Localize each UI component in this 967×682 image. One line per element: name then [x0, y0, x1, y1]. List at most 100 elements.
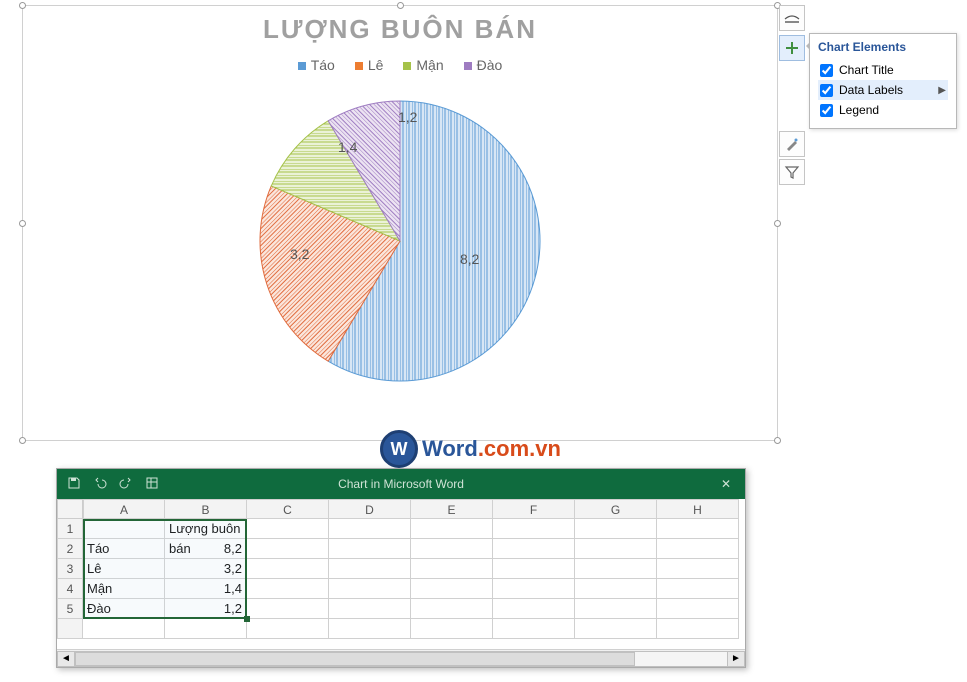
row-header[interactable]: 4 [57, 579, 83, 599]
row-header[interactable]: 3 [57, 559, 83, 579]
cell[interactable] [247, 519, 329, 539]
cell[interactable] [247, 599, 329, 619]
cell[interactable] [575, 599, 657, 619]
data-label[interactable]: 3,2 [290, 246, 309, 262]
data-label[interactable]: 1,2 [398, 109, 417, 125]
chart-filters-button[interactable] [779, 159, 805, 185]
chevron-right-icon[interactable]: ▶ [938, 85, 946, 96]
checkbox[interactable] [820, 104, 833, 117]
row-header[interactable]: 5 [57, 599, 83, 619]
cell[interactable] [493, 599, 575, 619]
cell[interactable] [329, 519, 411, 539]
cell[interactable] [657, 619, 739, 639]
data-label[interactable]: 1,4 [338, 139, 357, 155]
column-header[interactable]: G [575, 499, 657, 519]
resize-handle[interactable] [774, 220, 781, 227]
horizontal-scrollbar[interactable]: ◄ ► [57, 649, 745, 667]
chart-legend[interactable]: Táo Lê Mận Đào [23, 57, 777, 73]
column-header[interactable]: E [411, 499, 493, 519]
data-label[interactable]: 8,2 [460, 251, 479, 267]
layout-options-button[interactable] [779, 5, 805, 31]
cell[interactable]: 1,2 [165, 599, 247, 619]
cell[interactable] [411, 599, 493, 619]
chart-element-option[interactable]: Chart Title [818, 60, 948, 80]
excel-titlebar[interactable]: Chart in Microsoft Word ✕ [57, 469, 745, 499]
resize-handle[interactable] [397, 2, 404, 9]
select-all-cell[interactable] [57, 499, 83, 519]
cell[interactable] [83, 619, 165, 639]
cell[interactable]: Mận [83, 579, 165, 599]
cell[interactable] [493, 539, 575, 559]
cell[interactable] [575, 579, 657, 599]
cell[interactable] [575, 619, 657, 639]
redo-icon[interactable] [119, 476, 133, 493]
cell[interactable]: Táo [83, 539, 165, 559]
cell[interactable] [329, 599, 411, 619]
legend-item[interactable]: Đào [464, 57, 503, 73]
pie-chart[interactable]: 8,2 3,2 1,4 1,2 [250, 91, 550, 391]
cell[interactable] [247, 559, 329, 579]
row-header[interactable] [57, 619, 83, 639]
row-header[interactable]: 2 [57, 539, 83, 559]
checkbox[interactable] [820, 84, 833, 97]
chart-element-option[interactable]: Legend [818, 100, 948, 120]
legend-item[interactable]: Táo [298, 57, 335, 73]
column-header[interactable]: C [247, 499, 329, 519]
cell[interactable] [247, 579, 329, 599]
cell[interactable] [329, 559, 411, 579]
cell[interactable] [411, 619, 493, 639]
sheet-icon[interactable] [145, 476, 159, 493]
chart-title[interactable]: LƯỢNG BUÔN BÁN [23, 14, 777, 45]
chart-element-option[interactable]: Data Labels▶ [818, 80, 948, 100]
chart-styles-button[interactable] [779, 131, 805, 157]
cell[interactable]: 1,4 [165, 579, 247, 599]
cell[interactable] [83, 519, 165, 539]
cell[interactable] [657, 559, 739, 579]
scroll-left-button[interactable]: ◄ [57, 651, 75, 667]
cell[interactable] [493, 619, 575, 639]
cell[interactable]: Lê [83, 559, 165, 579]
cell[interactable] [329, 579, 411, 599]
column-header[interactable]: D [329, 499, 411, 519]
resize-handle[interactable] [19, 2, 26, 9]
cell[interactable] [411, 519, 493, 539]
cell[interactable] [247, 619, 329, 639]
cell[interactable]: 3,2 [165, 559, 247, 579]
scroll-right-button[interactable]: ► [727, 651, 745, 667]
undo-icon[interactable] [93, 476, 107, 493]
fill-handle[interactable] [244, 616, 250, 622]
cell[interactable] [247, 539, 329, 559]
cell[interactable] [329, 539, 411, 559]
cell[interactable] [411, 579, 493, 599]
cell[interactable] [657, 519, 739, 539]
cell[interactable]: 8,2 [165, 539, 247, 559]
cell[interactable] [575, 559, 657, 579]
cell[interactable]: Lượng buôn bán [165, 519, 247, 539]
checkbox[interactable] [820, 64, 833, 77]
close-button[interactable]: ✕ [707, 477, 745, 491]
legend-item[interactable]: Mận [403, 57, 443, 73]
cell[interactable] [493, 579, 575, 599]
column-header[interactable]: A [83, 499, 165, 519]
excel-grid[interactable]: ABCDEFGH 1Lượng buôn bán2Táo8,23Lê3,24Mậ… [57, 499, 745, 639]
cell[interactable] [657, 539, 739, 559]
scrollbar-thumb[interactable] [75, 652, 635, 666]
row-header[interactable]: 1 [57, 519, 83, 539]
resize-handle[interactable] [19, 220, 26, 227]
column-header[interactable]: F [493, 499, 575, 519]
column-header[interactable]: B [165, 499, 247, 519]
cell[interactable] [329, 619, 411, 639]
cell[interactable]: Đào [83, 599, 165, 619]
cell[interactable] [493, 519, 575, 539]
cell[interactable] [165, 619, 247, 639]
cell[interactable] [411, 559, 493, 579]
cell[interactable] [575, 519, 657, 539]
cell[interactable] [493, 559, 575, 579]
chart-area[interactable]: LƯỢNG BUÔN BÁN Táo Lê Mận Đào [22, 5, 778, 441]
legend-item[interactable]: Lê [355, 57, 384, 73]
chart-data-window[interactable]: Chart in Microsoft Word ✕ ABCDEFGH 1Lượn… [56, 468, 746, 668]
cell[interactable] [411, 539, 493, 559]
scrollbar-track[interactable] [75, 651, 727, 667]
save-icon[interactable] [67, 476, 81, 493]
cell[interactable] [575, 539, 657, 559]
